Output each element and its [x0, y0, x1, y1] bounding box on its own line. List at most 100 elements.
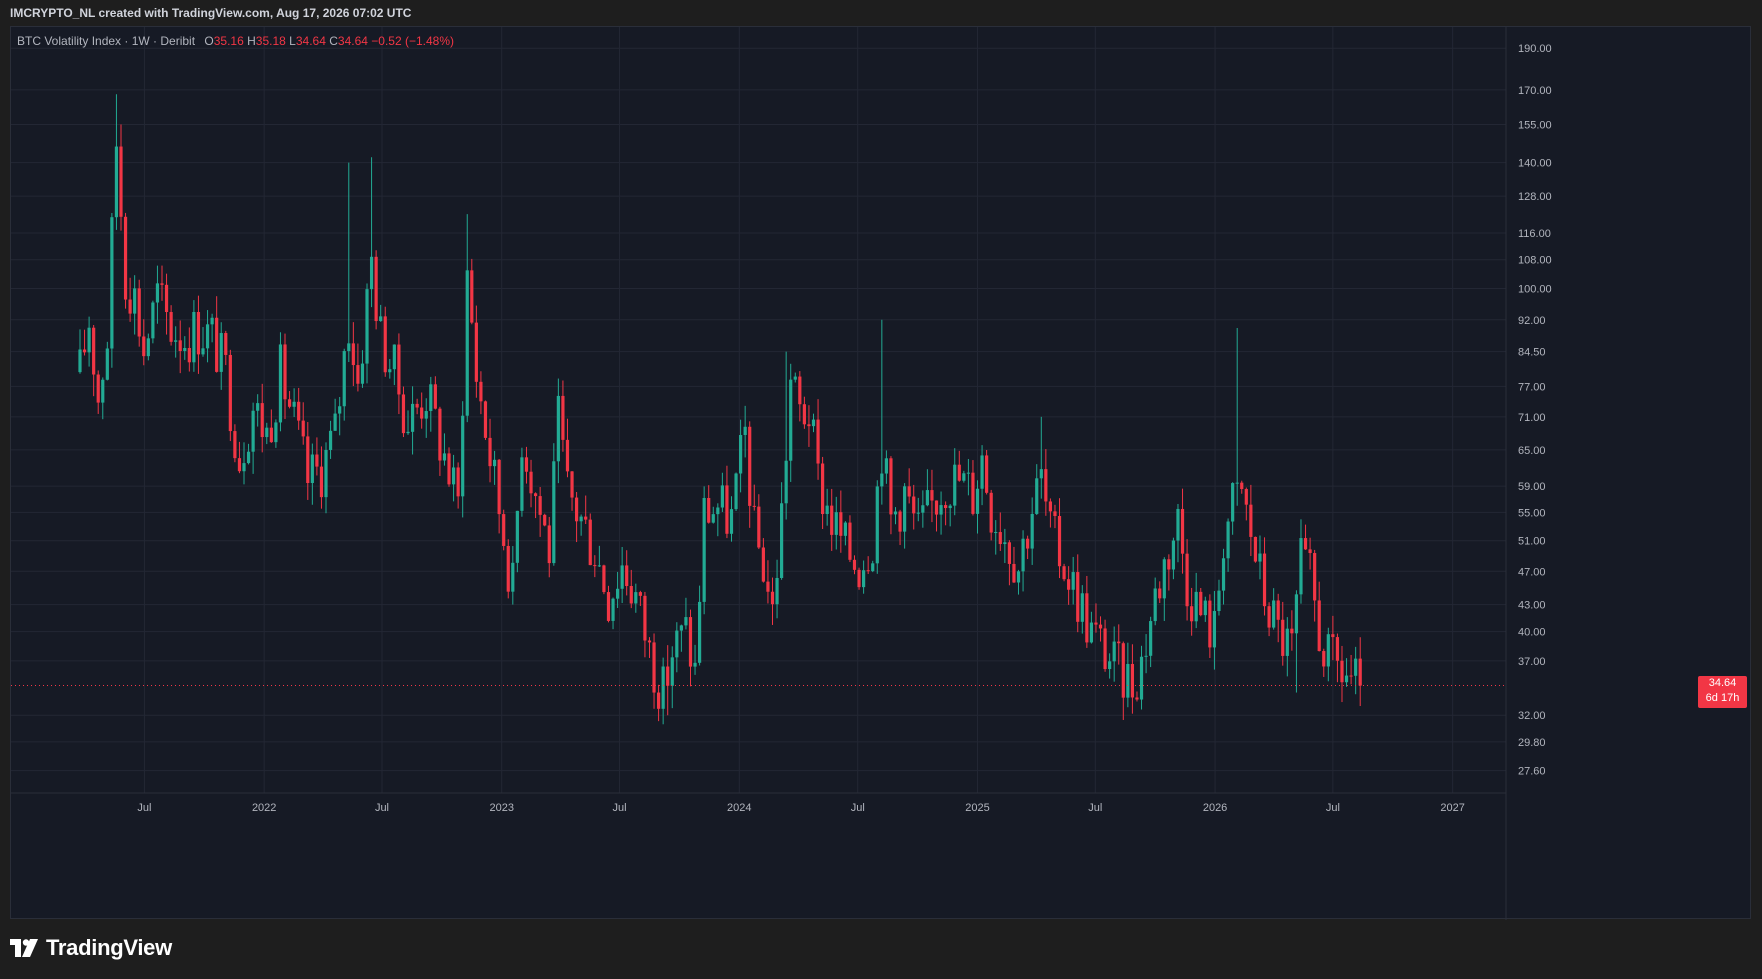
chart-panel[interactable]: 27.60 29.80 32.00 37.00 40.00 43.00 47.00 51.00…	[10, 26, 1752, 920]
candle-body	[925, 490, 929, 506]
candle-body	[347, 343, 351, 352]
candle-body	[1267, 606, 1271, 628]
candle-body	[151, 302, 155, 339]
candle-body	[1308, 549, 1312, 554]
candle-body	[333, 413, 337, 431]
candle-body	[1244, 489, 1248, 505]
candle-body	[839, 512, 843, 536]
candle-body	[1062, 566, 1066, 580]
candle-body	[739, 435, 743, 474]
candle-body	[1199, 591, 1203, 616]
candle-body	[1076, 572, 1080, 622]
candle-body	[538, 496, 542, 515]
candle-body	[319, 466, 324, 498]
candle-body	[392, 344, 396, 370]
candle-body	[1331, 634, 1335, 638]
candle-body	[1258, 553, 1262, 562]
candle-body	[716, 507, 720, 515]
candle-body	[420, 407, 424, 419]
candle-body	[351, 343, 355, 366]
candle-body	[87, 327, 91, 353]
candle-body	[693, 662, 697, 667]
candle-body	[328, 430, 333, 450]
candle-body	[1212, 611, 1217, 648]
candle-body	[233, 431, 237, 459]
candle-body	[793, 376, 797, 380]
y-tick-label: 43.00	[1518, 600, 1546, 612]
candle-body	[105, 348, 109, 380]
candle-body	[807, 424, 811, 427]
candle-body	[406, 431, 410, 434]
y-tick-label: 108.00	[1518, 255, 1552, 267]
candle-body	[1094, 622, 1098, 625]
candle-body	[1208, 600, 1212, 648]
candle-body	[652, 642, 656, 693]
candle-body	[862, 570, 866, 588]
candle-body	[656, 692, 661, 709]
candle-body	[966, 472, 970, 474]
candle-body	[260, 403, 264, 438]
candle-body	[1135, 697, 1139, 700]
candle-body	[675, 630, 679, 658]
candle-body	[1185, 553, 1189, 607]
candle-body	[743, 426, 747, 436]
candle-body	[729, 509, 734, 534]
candle-body	[684, 617, 688, 626]
candle-body	[515, 510, 519, 563]
symbol-legend: BTC Volatility Index · 1W · Deribit O35.…	[17, 34, 454, 48]
candle-body	[579, 516, 583, 522]
x-tick-label: Jul	[1088, 802, 1102, 814]
candle-body	[283, 344, 287, 400]
candle-body	[798, 376, 802, 405]
candle-body	[483, 401, 488, 438]
candle-body	[429, 384, 433, 412]
candle-body	[511, 562, 515, 592]
candle-body	[998, 532, 1002, 545]
candle-body	[237, 458, 242, 472]
candle-body	[488, 437, 492, 467]
y-tick-label: 29.80	[1518, 737, 1546, 749]
candle-body	[875, 486, 879, 564]
legend-close-value: 34.64	[337, 34, 368, 48]
candle-body	[880, 473, 884, 487]
x-tick-label: 2024	[727, 802, 751, 814]
candle-body	[142, 336, 146, 357]
candle-body	[1085, 593, 1089, 643]
candle-body	[529, 471, 533, 494]
candle-body	[1340, 660, 1344, 683]
candle-body	[1281, 619, 1285, 656]
candle-body	[898, 511, 902, 532]
candle-body	[524, 457, 529, 472]
candle-body	[1044, 469, 1048, 502]
candle-body	[1007, 542, 1012, 564]
candlestick-chart[interactable]: 27.60 29.80 32.00 37.00 40.00 43.00 47.00 51.00…	[11, 27, 1752, 920]
candle-body	[1344, 675, 1349, 683]
candle-body	[725, 485, 729, 534]
tradingview-footer-logo[interactable]: TradingView	[10, 935, 172, 961]
legend-symbol[interactable]: BTC Volatility Index · 1W · Deribit	[17, 34, 195, 48]
candle-body	[565, 439, 570, 472]
candle-body	[570, 471, 574, 498]
candle-body	[506, 545, 510, 592]
candle-body	[1217, 590, 1221, 612]
candle-body	[615, 588, 620, 599]
candle-body	[451, 467, 456, 485]
y-tick-label: 27.60	[1518, 766, 1546, 778]
candle-body	[356, 365, 360, 384]
y-tick-label: 55.00	[1518, 507, 1546, 519]
candle-body	[137, 288, 141, 337]
candle-body	[780, 503, 784, 578]
candle-body	[866, 570, 870, 572]
candle-body	[948, 505, 952, 509]
x-tick-label: Jul	[613, 802, 627, 814]
candle-body	[994, 532, 998, 534]
candle-body	[697, 601, 702, 663]
candle-body	[1180, 508, 1185, 554]
candle-body	[242, 463, 246, 472]
candle-body	[1358, 658, 1362, 686]
candle-body	[128, 299, 132, 314]
legend-low-label: L	[289, 34, 296, 48]
candle-body	[1221, 558, 1226, 591]
candle-body	[342, 351, 346, 407]
candle-body	[1103, 628, 1107, 670]
